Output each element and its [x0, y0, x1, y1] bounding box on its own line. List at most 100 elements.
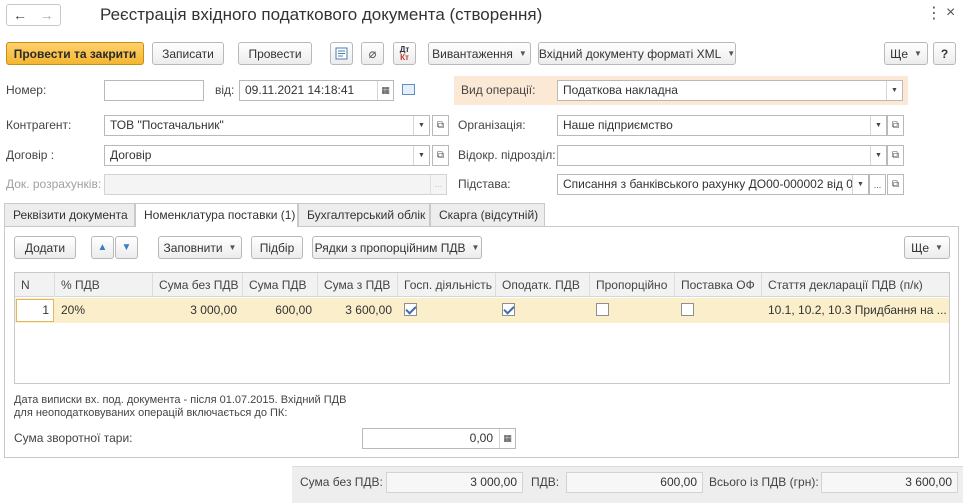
caret-down-icon: ▼	[852, 175, 868, 194]
open-link-icon[interactable]: ⧉	[887, 115, 904, 136]
basis-input[interactable]: Списання з банківського рахунку ДО00-000…	[557, 174, 869, 195]
tab-document-details[interactable]: Реквізити документа	[4, 203, 135, 226]
caret-down-icon: ▼	[413, 146, 429, 165]
open-link-icon[interactable]: ⧉	[432, 115, 449, 136]
fill-dropdown[interactable]: Заповнити ▼	[158, 236, 242, 259]
return-tara-input[interactable]: 0,00 ▦	[362, 428, 516, 449]
add-row-button[interactable]: Додати	[14, 236, 76, 259]
calculator-icon[interactable]: ▦	[499, 429, 515, 448]
ellipsis-button[interactable]: ...	[869, 174, 886, 195]
counterparty-value: ТОВ "Постачальник"	[110, 118, 224, 132]
post-button[interactable]: Провести	[238, 42, 312, 65]
report-icon	[335, 47, 348, 60]
calendar-icon[interactable]: ▦	[377, 81, 393, 100]
move-down-button[interactable]: ▼	[115, 236, 138, 259]
xml-doc-label: Вхідний документу форматі XML	[538, 46, 722, 61]
open-link-icon[interactable]: ⧉	[887, 174, 904, 195]
proportional-rows-label: Рядки з пропорційним ПДВ	[314, 240, 466, 255]
fill-label: Заповнити	[163, 240, 223, 255]
more-label: Ще	[890, 46, 909, 61]
cell-taxable[interactable]	[496, 298, 590, 323]
return-tara-label: Сума зворотної тари:	[14, 431, 133, 445]
attach-button[interactable]: ⌀	[361, 42, 384, 65]
contract-select[interactable]: Договір ▼	[104, 145, 430, 166]
total-no-vat-value: 3 000,00	[386, 472, 523, 493]
open-link-icon[interactable]: ⧉	[432, 145, 449, 166]
caret-down-icon: ▼	[935, 243, 943, 252]
proportional-rows-dropdown[interactable]: Рядки з пропорційним ПДВ ▼	[312, 236, 482, 259]
fixed-asset-checkbox[interactable]	[681, 303, 694, 317]
cell-fixed-asset[interactable]	[675, 298, 762, 323]
col-header-business[interactable]: Госп. діяльність	[398, 273, 496, 297]
organization-select[interactable]: Наше підприємство ▼	[557, 115, 887, 136]
col-header-sum-with-vat[interactable]: Сума з ПДВ	[318, 273, 398, 297]
arrow-down-icon: ▼	[121, 242, 132, 253]
close-icon[interactable]: ×	[946, 2, 955, 24]
cell-sum-no-vat[interactable]: 3 000,00	[153, 298, 243, 323]
cell-vat-rate[interactable]: 20%	[55, 298, 153, 323]
col-header-fixed-asset[interactable]: Поставка ОФ	[675, 273, 762, 297]
total-vat-value: 600,00	[566, 472, 703, 493]
document-icon[interactable]	[402, 84, 415, 95]
division-select[interactable]: ▼	[557, 145, 887, 166]
move-up-button[interactable]: ▲	[91, 236, 114, 259]
col-header-sum-no-vat[interactable]: Сума без ПДВ	[153, 273, 243, 297]
contract-label: Договір :	[6, 148, 55, 162]
taxable-checkbox[interactable]	[502, 303, 515, 317]
open-link-icon[interactable]: ⧉	[887, 145, 904, 166]
business-checkbox[interactable]	[404, 303, 417, 317]
contract-value: Договір	[110, 148, 152, 162]
tab-complaint[interactable]: Скарга (відсутній)	[430, 203, 545, 226]
caret-down-icon: ▼	[518, 49, 527, 58]
cell-sum-with-vat[interactable]: 3 600,00	[318, 298, 398, 323]
cell-vat-sum[interactable]: 600,00	[243, 298, 318, 323]
caret-down-icon: ▼	[870, 146, 886, 165]
save-button[interactable]: Записати	[152, 42, 224, 65]
col-header-n[interactable]: N	[15, 273, 55, 297]
arrow-up-icon: ▲	[97, 242, 108, 253]
col-header-vat-rate[interactable]: % ПДВ	[55, 273, 153, 297]
counterparty-select[interactable]: ТОВ "Постачальник" ▼	[104, 115, 430, 136]
tab-supply-items[interactable]: Номенклатура поставки (1)	[135, 203, 298, 227]
caret-down-icon: ▼	[727, 49, 736, 58]
caret-down-icon: ▼	[471, 243, 480, 252]
dt-kt-button[interactable]: Дт Кт	[393, 42, 416, 65]
table-more-label: Ще	[911, 240, 930, 255]
post-and-close-button[interactable]: Провести та закрити	[6, 42, 144, 65]
counterparty-label: Контрагент:	[6, 118, 72, 132]
dt-kt-bottom: Кт	[400, 52, 409, 62]
cell-declaration[interactable]: 10.1, 10.2, 10.3 Придбання на ...	[762, 298, 949, 323]
cell-business[interactable]	[398, 298, 496, 323]
paperclip-icon: ⌀	[368, 45, 377, 61]
total-no-vat-label: Сума без ПДВ:	[300, 475, 383, 489]
caret-down-icon: ▼	[413, 116, 429, 135]
arrow-right-icon: →	[39, 7, 54, 23]
tab-accounting[interactable]: Бухгалтерський облік	[298, 203, 430, 226]
ellipsis-button: ...	[430, 175, 446, 194]
total-with-vat-value: 3 600,00	[821, 472, 958, 493]
col-header-taxable[interactable]: Оподатк. ПДВ	[496, 273, 590, 297]
caret-down-icon: ▼	[886, 81, 902, 100]
more-menu-icon[interactable]: ⋮	[926, 4, 942, 24]
report-button[interactable]	[330, 42, 353, 65]
help-button[interactable]: ?	[933, 42, 956, 65]
operation-select[interactable]: Податкова накладна ▼	[557, 80, 903, 101]
select-button[interactable]: Підбір	[251, 236, 303, 259]
more-button[interactable]: Ще ▼	[884, 42, 928, 65]
date-input[interactable]: 09.11.2021 14:18:41 ▦	[239, 80, 394, 101]
nav-forward-button[interactable]: →	[33, 4, 61, 26]
table-more-button[interactable]: Ще ▼	[904, 236, 950, 259]
number-input[interactable]	[104, 80, 204, 101]
proportional-checkbox[interactable]	[596, 303, 609, 317]
unloading-dropdown[interactable]: Вивантаження ▼	[428, 42, 531, 65]
total-vat-label: ПДВ:	[531, 475, 560, 489]
cell-proportional[interactable]	[590, 298, 675, 323]
unloading-label: Вивантаження	[432, 46, 513, 61]
col-header-declaration[interactable]: Стаття декларації ПДВ (п/к)	[762, 273, 949, 297]
organization-label: Організація:	[458, 118, 526, 132]
col-header-proportional[interactable]: Пропорційно	[590, 273, 675, 297]
col-header-vat-sum[interactable]: Сума ПДВ	[243, 273, 318, 297]
xml-doc-dropdown[interactable]: Вхідний документу форматі XML ▼	[538, 42, 736, 65]
nav-back-button[interactable]: ←	[6, 4, 34, 26]
window-title: Реєстрація вхідного податкового документ…	[100, 5, 543, 24]
